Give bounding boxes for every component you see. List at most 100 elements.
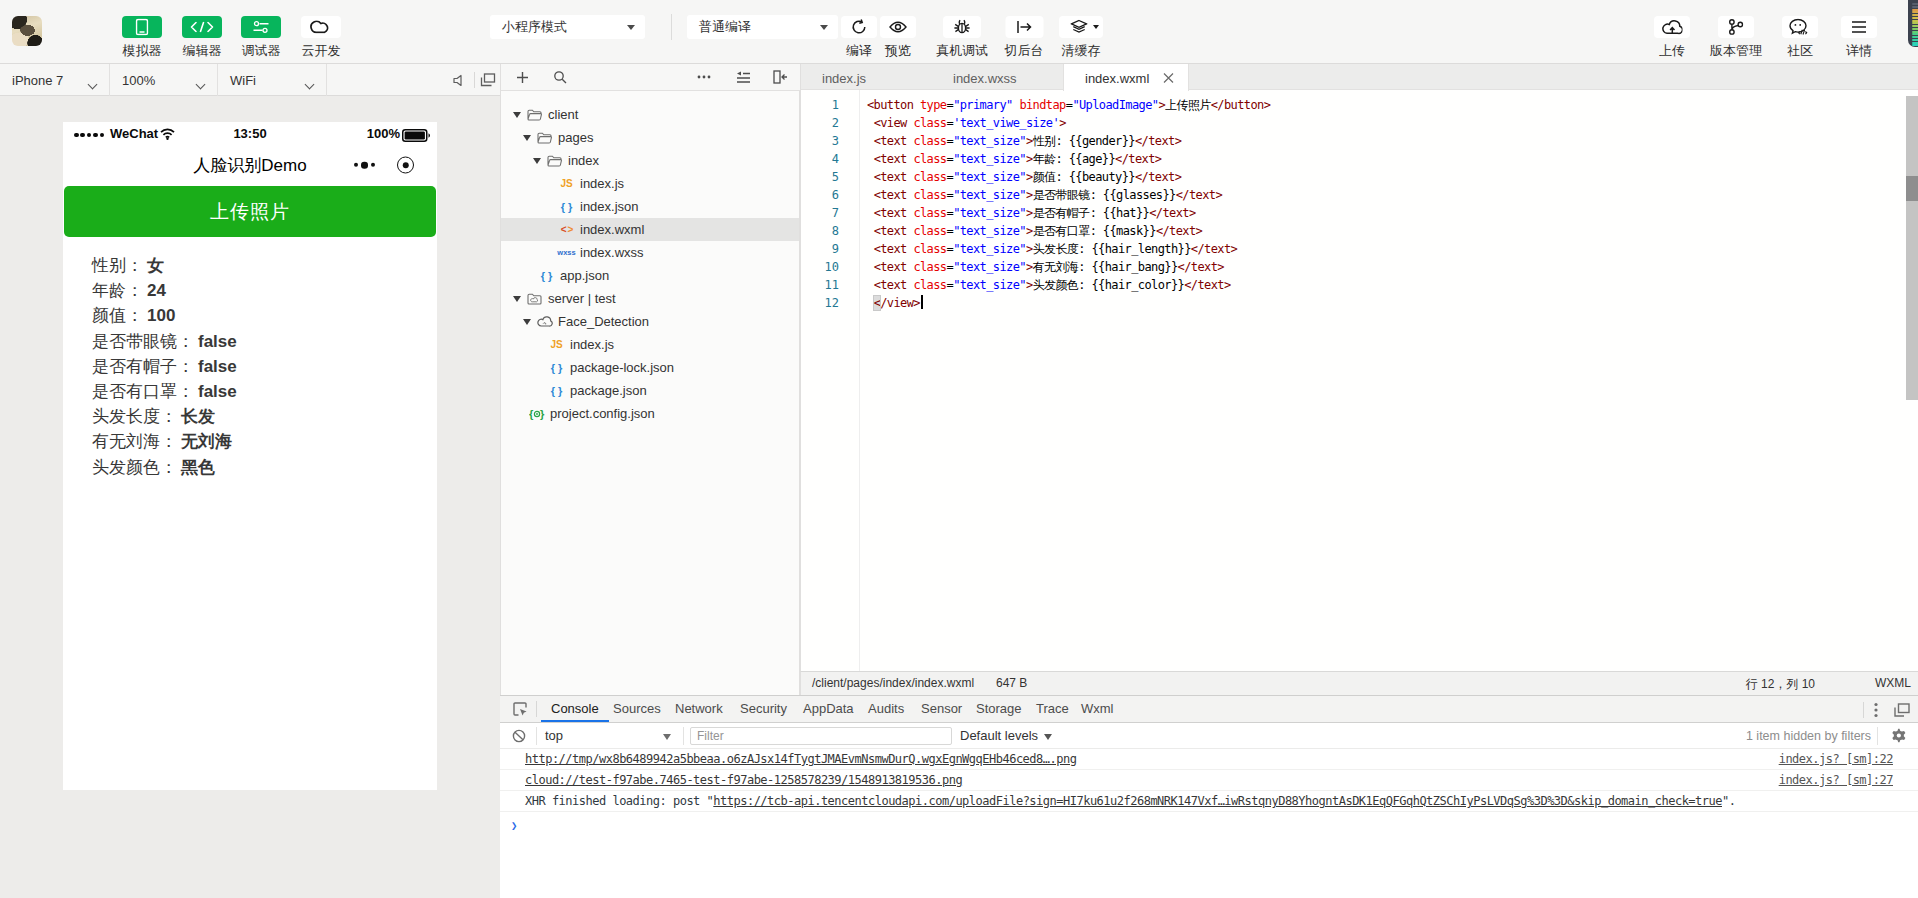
miniapp-more-icon[interactable] xyxy=(354,162,376,169)
inspect-element-icon[interactable] xyxy=(513,702,528,717)
mute-icon[interactable] xyxy=(448,64,470,96)
result-row: 头发长度：长发 xyxy=(92,404,237,429)
toolbar-button-label: 社区 xyxy=(1782,42,1818,60)
tree-item-index.wxml[interactable]: < >index.wxml xyxy=(501,218,799,241)
devtools-tab-storage[interactable]: Storage xyxy=(966,696,1032,722)
new-file-icon[interactable] xyxy=(511,64,533,90)
tree-item-index.js[interactable]: JSindex.js xyxy=(501,333,799,356)
toolbar-button-background[interactable]: 切后台 xyxy=(1005,0,1044,64)
editor-tab-index.wxss[interactable]: index.wxss xyxy=(932,64,1063,90)
hidden-by-filters-label: 1 item hidden by filters xyxy=(1746,723,1871,749)
more-menu-icon[interactable] xyxy=(1874,702,1878,718)
devtools-tab-appdata[interactable]: AppData xyxy=(793,696,864,722)
result-row: 是否带眼镜：false xyxy=(92,329,237,354)
compile-mode-select[interactable]: 普通编译 xyxy=(687,15,838,39)
console-source-link[interactable]: index.js? [sm]:27 xyxy=(1773,770,1893,790)
toolbar-button-label: 上传 xyxy=(1654,42,1690,60)
log-levels-select[interactable]: Default levels xyxy=(960,723,1052,749)
file-path: /client/pages/index/index.wxml xyxy=(812,676,974,690)
tree-item-project.config.json[interactable]: {}project.config.json xyxy=(501,402,799,425)
expand-arrow-icon[interactable] xyxy=(523,135,531,141)
toolbar-button-community[interactable]: 社区 xyxy=(1782,0,1818,64)
mode-select[interactable]: 小程序模式 xyxy=(490,15,645,39)
toolbar-button-compile[interactable]: 编译 xyxy=(841,0,877,64)
devtools-tab-security[interactable]: Security xyxy=(730,696,797,722)
upload-photo-button[interactable]: 上传照片 xyxy=(64,186,436,237)
expand-arrow-icon[interactable] xyxy=(533,158,541,164)
editor-tab-index.js[interactable]: index.js xyxy=(801,64,932,90)
console-source-link[interactable]: index.js? [sm]:22 xyxy=(1773,749,1893,769)
toolbar-button-preview[interactable]: 预览 xyxy=(880,0,916,64)
toolbar-button-cloud-dev[interactable]: 云开发 xyxy=(301,0,341,64)
undock-icon[interactable] xyxy=(1894,703,1910,717)
devtools-tab-sources[interactable]: Sources xyxy=(603,696,671,722)
line-number: 4 xyxy=(801,150,839,168)
console-link[interactable]: https://tcb-api.tencentcloudapi.com/uplo… xyxy=(713,794,1722,808)
network-select[interactable]: WiFi xyxy=(218,64,327,96)
expand-arrow-icon[interactable] xyxy=(513,112,521,118)
tree-item-face-detection[interactable]: Face_Detection xyxy=(501,310,799,333)
close-tab-icon[interactable] xyxy=(1162,71,1175,84)
editor-tab-index.wxml[interactable]: index.wxml xyxy=(1063,64,1189,91)
console-toolbar: top Default levels 1 item hidden by filt… xyxy=(500,723,1918,749)
tree-item-package-lock.json[interactable]: { }package-lock.json xyxy=(501,356,799,379)
tree-item-index.js[interactable]: JSindex.js xyxy=(501,172,799,195)
console-link[interactable]: http://tmp/wx8b6489942a5bbeaa.o6zAJsx14f… xyxy=(525,752,1076,766)
console-log-row: cloud://test-f97abe.7465-test-f97abe-125… xyxy=(500,770,1918,791)
user-avatar[interactable] xyxy=(12,16,42,46)
tree-item-index[interactable]: index xyxy=(501,149,799,172)
devtools-tab-wxml[interactable]: Wxml xyxy=(1071,696,1124,722)
devtools-tab-console[interactable]: Console xyxy=(541,696,609,722)
tree-item-server-test[interactable]: server | test xyxy=(501,287,799,310)
language-mode[interactable]: WXML xyxy=(1875,676,1911,690)
code-line: 7 <text class="text_size">是否有帽子: {{hat}}… xyxy=(801,204,1918,222)
tree-item-pages[interactable]: pages xyxy=(501,126,799,149)
toolbar-button-upload[interactable]: 上传 xyxy=(1654,0,1690,64)
toolbar-button-simulator[interactable]: 模拟器 xyxy=(122,0,162,64)
toolbar-button-clear-cache[interactable]: 清缓存 xyxy=(1059,0,1103,64)
tree-item-index.json[interactable]: { }index.json xyxy=(501,195,799,218)
expand-arrow-icon[interactable] xyxy=(523,319,531,325)
collapse-sidebar-icon[interactable] xyxy=(769,64,791,90)
device-select[interactable]: iPhone 7 xyxy=(0,64,110,96)
devtools-tab-sensor[interactable]: Sensor xyxy=(911,696,972,722)
result-value: false xyxy=(198,332,237,351)
network-select-value: WiFi xyxy=(230,73,256,88)
editor-scrollbar-thumb[interactable] xyxy=(1906,176,1918,201)
line-number: 1 xyxy=(801,96,839,114)
tree-item-package.json[interactable]: { }package.json xyxy=(501,379,799,402)
miniapp-exit-icon[interactable] xyxy=(397,157,414,174)
toolbar-button-version[interactable]: 版本管理 xyxy=(1710,0,1762,64)
editor-scrollbar[interactable] xyxy=(1906,96,1918,400)
result-value: false xyxy=(198,357,237,376)
multi-window-icon[interactable] xyxy=(477,64,499,96)
expand-arrow-icon[interactable] xyxy=(513,296,521,302)
tree-item-app.json[interactable]: { }app.json xyxy=(501,264,799,287)
code-icon xyxy=(182,16,222,38)
devtools-tab-network[interactable]: Network xyxy=(665,696,733,722)
code-editor[interactable]: 1<button type="primary" bindtap="UploadI… xyxy=(800,90,1918,671)
console-link[interactable]: cloud://test-f97abe.7465-test-f97abe-125… xyxy=(525,773,962,787)
search-icon[interactable] xyxy=(550,64,570,90)
toolbar-button-details[interactable]: 详情 xyxy=(1841,0,1877,64)
toolbar-button-remote-debug[interactable]: 真机调试 xyxy=(936,0,988,64)
context-select[interactable]: top xyxy=(545,723,563,749)
outline-icon[interactable] xyxy=(733,64,753,90)
filter-input[interactable] xyxy=(690,727,952,745)
clear-console-icon[interactable] xyxy=(512,729,526,743)
console-settings-gear-icon[interactable] xyxy=(1892,728,1907,743)
more-actions-icon[interactable] xyxy=(695,64,713,90)
code-line: 9 <text class="text_size">头发长度: {{hair_l… xyxy=(801,240,1918,258)
result-label: 是否有口罩： xyxy=(92,382,194,401)
result-value: 长发 xyxy=(181,407,215,426)
svg-text:{: { xyxy=(529,408,534,420)
devtools-tab-audits[interactable]: Audits xyxy=(858,696,914,722)
console-prompt[interactable]: ❯ xyxy=(500,812,1918,834)
toolbar-button-debugger[interactable]: 调试器 xyxy=(241,0,281,64)
zoom-select[interactable]: 100% xyxy=(110,64,218,96)
result-label: 是否带眼镜： xyxy=(92,332,194,351)
tree-item-client[interactable]: client xyxy=(501,103,799,126)
tree-item-index.wxss[interactable]: wxssindex.wxss xyxy=(501,241,799,264)
toolbar-button-editor[interactable]: 编辑器 xyxy=(182,0,222,64)
cursor-position[interactable]: 行 12，列 10 xyxy=(1746,676,1815,693)
